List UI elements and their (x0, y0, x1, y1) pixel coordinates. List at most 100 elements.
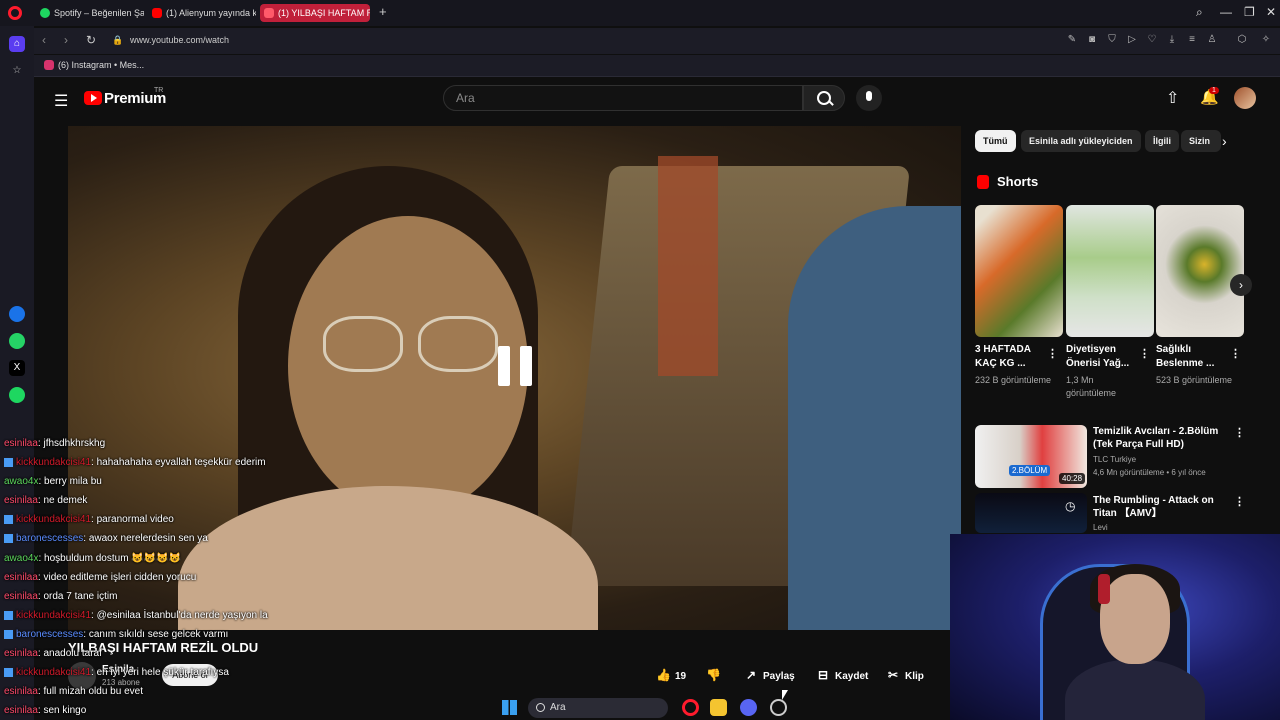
share-label: Paylaş (763, 671, 795, 682)
obs-icon[interactable] (770, 699, 787, 716)
like-button[interactable]: 👍 19 (656, 664, 686, 686)
recommendation-channel[interactable]: TLC Turkiye (1093, 455, 1136, 464)
search-tabs-icon[interactable]: ⌕ (1196, 5, 1203, 20)
chat-username: kickkundakcisi41 (16, 457, 92, 469)
youtube-logo-icon[interactable] (84, 91, 102, 105)
share-icon: ↗ (745, 668, 757, 682)
spotify-icon[interactable] (9, 387, 25, 403)
short-thumbnail[interactable] (1066, 205, 1154, 337)
chat-message: kickkundakcisi41: hahahahaha eyvallah te… (4, 453, 344, 472)
bookmark-label: (6) Instagram • Mes... (58, 60, 145, 70)
episode-badge: 2.BÖLÜM (1009, 465, 1051, 476)
bookmark-star-icon[interactable]: ☆ (9, 63, 25, 79)
more-options-icon[interactable]: ⋮ (1234, 426, 1245, 439)
taskbar-search[interactable]: Ara (528, 698, 668, 718)
thumbs-up-icon: 👍 (656, 668, 671, 682)
reload-button[interactable]: ↻ (86, 33, 96, 47)
short-title[interactable]: Diyetisyen Önerisi Yağ... (1066, 343, 1142, 371)
chat-message: esinilaa: orda 7 tane içtim (4, 587, 344, 606)
video-glasses (418, 316, 498, 372)
tab-label: (1) Alienyum yayında kere (166, 8, 256, 18)
extensions-icon[interactable]: ⬡ (1236, 34, 1248, 46)
whatsapp-icon[interactable] (9, 333, 25, 349)
edit-icon[interactable]: ✎ (1066, 34, 1078, 46)
discord-icon[interactable] (740, 699, 757, 716)
menu-icon[interactable]: ≡ (1186, 34, 1198, 46)
search-input[interactable]: Ara (443, 85, 803, 111)
more-options-icon[interactable]: ⋮ (1234, 495, 1245, 508)
webcam-face (1100, 574, 1170, 664)
user-avatar[interactable] (1234, 87, 1256, 109)
watch-later-clock-icon[interactable]: ◷ (1065, 499, 1075, 513)
chip-uploader[interactable]: Esinila adlı yükleyiciden (1021, 130, 1141, 152)
chips-next-arrow-icon[interactable]: › (1222, 133, 1227, 149)
chip-related[interactable]: İlgili (1145, 130, 1179, 152)
recommendation-title[interactable]: The Rumbling - Attack on Titan 【AMV】 (1093, 494, 1231, 520)
camera-icon[interactable]: ◙ (1086, 34, 1098, 46)
maximize-button[interactable]: ❐ (1244, 5, 1255, 19)
shorts-heading: Shorts (975, 174, 1038, 189)
bookmark-icon: ⊟ (817, 668, 829, 682)
new-tab-button[interactable]: + (379, 5, 387, 19)
profile-icon[interactable]: ♙ (1206, 34, 1218, 46)
opera-taskbar-icon[interactable] (682, 699, 699, 716)
forward-button[interactable]: › (64, 33, 68, 47)
stream-chat-overlay: esinilaa: jfhsdhkhrskhg kickkundakcisi41:… (4, 434, 344, 720)
tab-current-video[interactable]: (1) YILBAŞI HAFTAM R (260, 4, 370, 22)
hamburger-menu-icon[interactable]: ☰ (54, 91, 68, 111)
home-icon[interactable]: ⌂ (9, 36, 25, 52)
more-options-icon[interactable]: ⋮ (1139, 347, 1150, 360)
chip-all[interactable]: Tümü (975, 130, 1016, 152)
chat-username: kickkundakcisi41 (16, 667, 92, 679)
dislike-button[interactable]: 👎 (706, 664, 725, 686)
chat-message: esinilaa: full mizah oldu bu evet (4, 682, 344, 701)
short-thumbnail[interactable] (1156, 205, 1244, 337)
download-icon[interactable]: ⤓ (1166, 34, 1178, 46)
messenger-icon[interactable] (9, 306, 25, 322)
short-thumbnail[interactable] (975, 205, 1063, 337)
recommendation-title[interactable]: Temizlik Avcıları - 2.Bölüm (Tek Parça F… (1093, 425, 1231, 451)
recommendation-thumbnail[interactable]: 2.BÖLÜM 40:28 (975, 425, 1087, 488)
chat-message: awao4x: berry mila bu (4, 472, 344, 491)
ai-icon[interactable]: ✧ (1260, 34, 1272, 46)
chat-badge-icon (4, 515, 13, 525)
short-title[interactable]: Sağlıklı Beslenme ... (1156, 343, 1232, 371)
youtube-header: ☰ Premium TR Ara ⇧ 🔔 1 (34, 78, 1280, 120)
short-views: 523 B görüntüleme (1156, 375, 1233, 385)
search-button[interactable] (803, 85, 845, 111)
save-label: Kaydet (835, 671, 869, 682)
share-button[interactable]: ↗ Paylaş (744, 664, 795, 686)
back-button[interactable]: ‹ (42, 33, 46, 47)
more-options-icon[interactable]: ⋮ (1047, 347, 1058, 360)
tab-spotify[interactable]: Spotify – Beğenilen Şarkıl (36, 4, 144, 22)
heart-icon[interactable]: ♡ (1146, 34, 1158, 46)
chat-text: : orda 7 tane içtim (37, 590, 118, 602)
clip-button[interactable]: ✂ Klip (886, 664, 924, 686)
short-title[interactable]: 3 HAFTADA KAÇ KG ... (975, 343, 1051, 371)
opera-logo-icon[interactable] (8, 6, 22, 20)
minimize-button[interactable]: — (1220, 5, 1232, 19)
bookmark-instagram[interactable]: (6) Instagram • Mes... (44, 60, 144, 70)
file-explorer-icon[interactable] (710, 699, 727, 716)
tab-alienyum[interactable]: (1) Alienyum yayında kere (148, 4, 256, 22)
windows-start-icon[interactable] (502, 700, 517, 715)
upload-icon[interactable]: ⇧ (1166, 88, 1179, 108)
voice-search-button[interactable] (856, 85, 882, 111)
country-code: TR (154, 87, 164, 94)
x-twitter-icon[interactable]: X (9, 360, 25, 376)
chip-for-you[interactable]: Sizin (1181, 130, 1221, 152)
chat-badge-icon (4, 534, 13, 544)
chat-username: esinilaa (4, 648, 38, 660)
shorts-next-arrow-icon[interactable]: › (1230, 274, 1252, 296)
play-icon[interactable]: ▷ (1126, 34, 1138, 46)
pause-icon[interactable] (498, 346, 534, 386)
chat-message: awao4x: hoşbuldum dostum 😺😺😺😺 (4, 549, 344, 568)
save-button[interactable]: ⊟ Kaydet (816, 664, 868, 686)
recommendation-thumbnail[interactable]: ◷ (975, 493, 1087, 533)
chat-username: baronescesses (16, 533, 84, 545)
close-button[interactable]: ✕ (1266, 5, 1276, 19)
recommendation-channel[interactable]: Levi (1093, 523, 1108, 532)
more-options-icon[interactable]: ⋮ (1230, 347, 1241, 360)
url-field[interactable]: www.youtube.com/watch (130, 35, 229, 45)
shield-icon[interactable]: ⛉ (1106, 34, 1118, 46)
